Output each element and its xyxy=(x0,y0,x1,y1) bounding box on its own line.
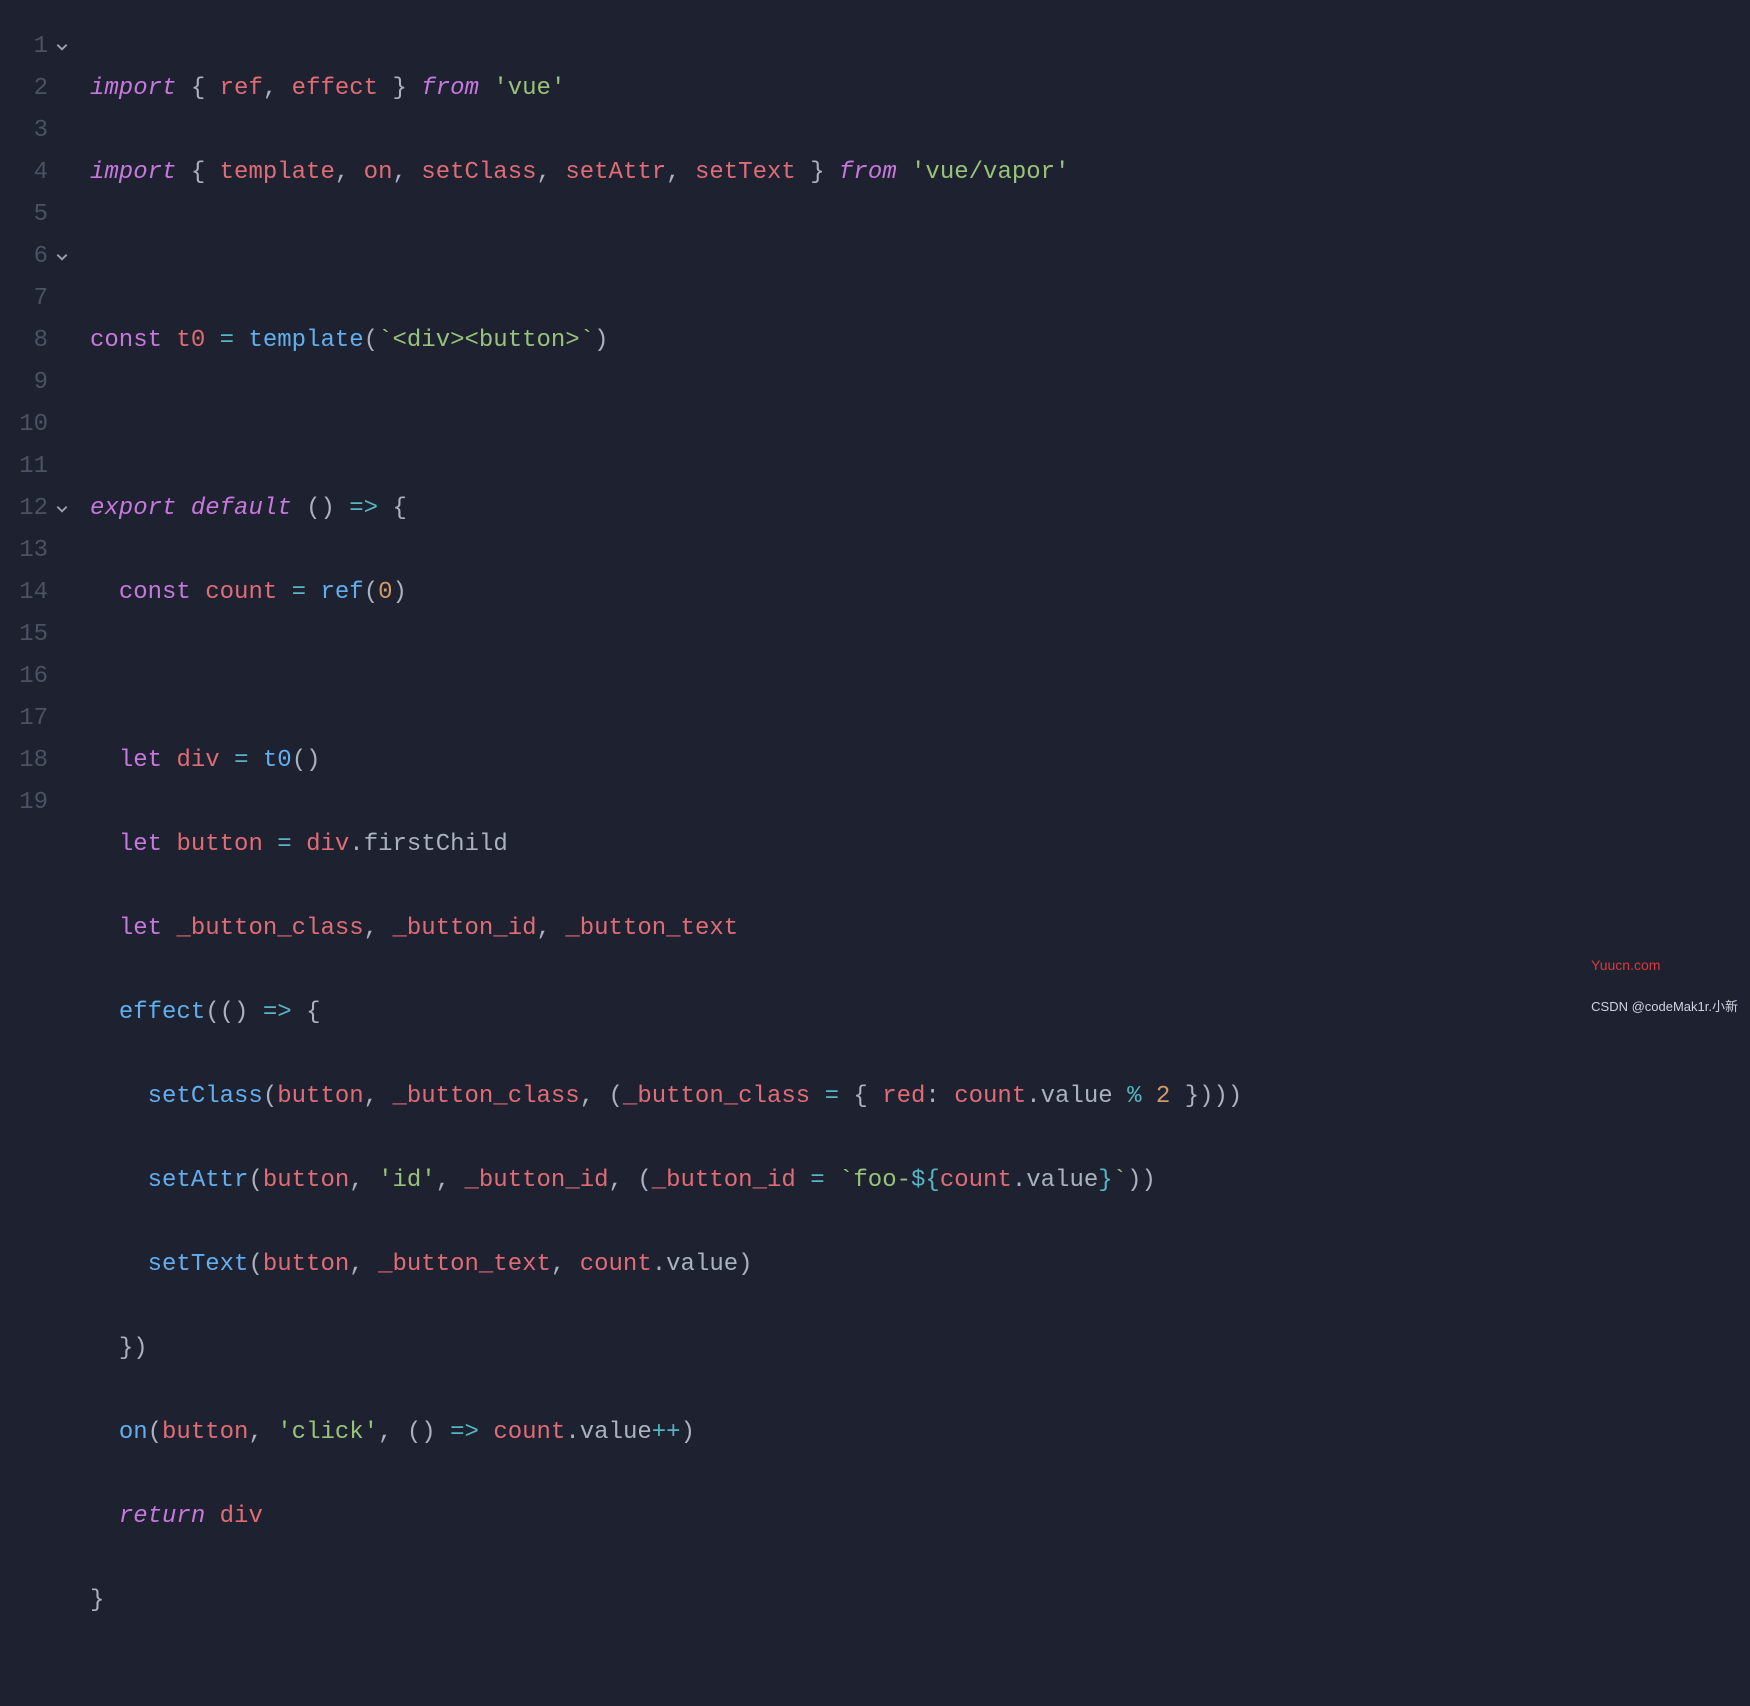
code-line: let _button_class, _button_id, _button_t… xyxy=(90,908,1242,950)
code-line: let div = t0() xyxy=(90,740,1242,782)
code-editor: 1 2 3 4 5 6 7 8 9 10 11 12 13 14 15 16 1… xyxy=(0,0,1750,1706)
line-number: 18 xyxy=(0,740,48,782)
line-number: 11 xyxy=(0,446,48,488)
code-line: return div xyxy=(90,1496,1242,1538)
code-line: setAttr(button, 'id', _button_id, (_butt… xyxy=(90,1160,1242,1202)
code-line: } xyxy=(90,1580,1242,1622)
line-number: 2 xyxy=(0,68,48,110)
code-line xyxy=(90,404,1242,446)
line-number: 13 xyxy=(0,530,48,572)
line-number: 15 xyxy=(0,614,48,656)
code-line: const t0 = template(`<div><button>`) xyxy=(90,320,1242,362)
line-number: 8 xyxy=(0,320,48,362)
code-line xyxy=(90,236,1242,278)
fold-icon[interactable] xyxy=(52,26,72,68)
code-line: export default () => { xyxy=(90,488,1242,530)
line-number: 14 xyxy=(0,572,48,614)
fold-icon[interactable] xyxy=(52,488,72,530)
watermark-attribution: CSDN @codeMak1r.小新 xyxy=(1591,986,1738,1028)
line-number: 19 xyxy=(0,782,48,824)
line-number: 9 xyxy=(0,362,48,404)
line-number: 4 xyxy=(0,152,48,194)
code-line: }) xyxy=(90,1328,1242,1370)
line-number: 12 xyxy=(0,488,48,530)
line-number: 16 xyxy=(0,656,48,698)
code-line: on(button, 'click', () => count.value++) xyxy=(90,1412,1242,1454)
code-line: effect(() => { xyxy=(90,992,1242,1034)
code-line: setText(button, _button_text, count.valu… xyxy=(90,1244,1242,1286)
watermark-site: Yuucn.com xyxy=(1591,944,1738,986)
code-line: setClass(button, _button_class, (_button… xyxy=(90,1076,1242,1118)
code-line: import { ref, effect } from 'vue' xyxy=(90,68,1242,110)
watermark: Yuucn.com CSDN @codeMak1r.小新 xyxy=(1591,944,1738,1028)
line-number: 5 xyxy=(0,194,48,236)
line-number: 17 xyxy=(0,698,48,740)
code-line: const count = ref(0) xyxy=(90,572,1242,614)
line-number: 6 xyxy=(0,236,48,278)
line-number: 7 xyxy=(0,278,48,320)
line-number: 1 xyxy=(0,26,48,68)
line-number: 10 xyxy=(0,404,48,446)
fold-icon[interactable] xyxy=(52,236,72,278)
code-line: import { template, on, setClass, setAttr… xyxy=(90,152,1242,194)
line-number: 3 xyxy=(0,110,48,152)
code-content[interactable]: import { ref, effect } from 'vue' import… xyxy=(56,26,1242,1706)
code-line xyxy=(90,656,1242,698)
line-number-gutter: 1 2 3 4 5 6 7 8 9 10 11 12 13 14 15 16 1… xyxy=(0,26,56,1706)
code-line: let button = div.firstChild xyxy=(90,824,1242,866)
